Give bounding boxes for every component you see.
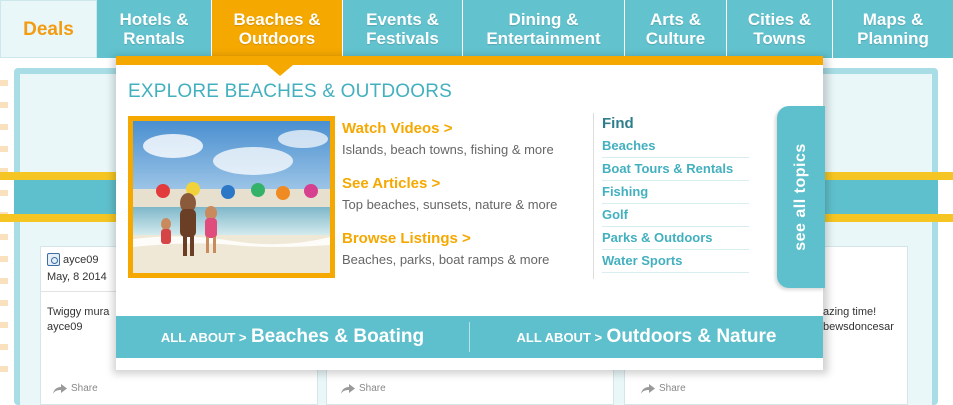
find-divider [593,113,594,279]
find-heading: Find [602,115,634,132]
card-text-line-1: Twiggy mura [47,306,110,318]
card-text-line-1: azing time! [823,306,877,318]
feature-desc: Beaches, parks, boat ramps & more [342,252,550,267]
nav-label-line-2: Festivals [366,29,439,48]
find-link-boat-tours-rentals[interactable]: Boat Tours & Rentals [602,158,749,181]
share-button[interactable]: Share [341,383,386,394]
find-link-parks-outdoors[interactable]: Parks & Outdoors [602,227,749,250]
feature-watch-videos[interactable]: Watch Videos > Islands, beach towns, fis… [342,120,554,157]
nav-label-line-2: Culture [645,29,706,48]
nav-label-line-1: Events & [366,10,439,29]
main-nav: Deals Hotels & Rentals Beaches & Outdoors … [0,0,953,62]
nav-label-line-1: Beaches & [233,10,321,29]
dropdown-caret [267,65,293,76]
share-arrow-icon [641,383,655,394]
find-link-golf[interactable]: Golf [602,204,749,227]
card-username[interactable]: ayce09 [63,254,98,266]
nav-item-cities-towns[interactable]: Cities & Towns [727,0,833,58]
see-all-topics-tab[interactable]: see all topics [777,106,825,288]
all-about-label: Outdoors & Nature [606,326,777,347]
dropdown-base [116,358,823,370]
share-label: Share [359,383,386,394]
nav-item-events-festivals[interactable]: Events & Festivals [343,0,463,58]
nav-item-deals[interactable]: Deals [0,0,97,58]
share-label: Share [659,383,686,394]
find-link-water-sports[interactable]: Water Sports [602,250,749,273]
feature-title[interactable]: Browse Listings > [342,230,549,247]
nav-label-line-2: Entertainment [486,29,601,48]
card-user[interactable]: ayce09 [47,253,98,266]
feature-see-articles[interactable]: See Articles > Top beaches, sunsets, nat… [342,175,557,212]
nav-label-line-1: Maps & [862,10,924,29]
find-link-fishing[interactable]: Fishing [602,181,749,204]
nav-label-line-2: Rentals [123,29,185,48]
find-link-beaches[interactable]: Beaches [602,135,749,158]
find-links: Beaches Boat Tours & Rentals Fishing Gol… [602,135,749,273]
all-about-prefix: ALL ABOUT > [516,330,603,345]
see-all-topics-label: see all topics [792,143,809,251]
card-text: Twiggy mura ayce09 [47,305,109,335]
nav-item-maps-planning[interactable]: Maps & Planning [833,0,953,58]
nav-item-arts-culture[interactable]: Arts & Culture [625,0,727,58]
feature-title[interactable]: Watch Videos > [342,120,554,137]
card-text-line-2: bewsdoncesar [823,321,894,333]
card-text-line-2: ayce09 [47,321,83,333]
all-about-beaches-boating[interactable]: ALL ABOUT > Beaches & Boating [116,326,469,348]
feature-desc: Top beaches, sunsets, nature & more [342,197,558,212]
nav-label-line-1: Cities & [747,10,812,29]
dropdown-top-bar [116,56,823,65]
share-arrow-icon [341,383,355,394]
share-button[interactable]: Share [53,383,98,394]
left-decoration [0,80,8,380]
nav-item-hotels-rentals[interactable]: Hotels & Rentals [97,0,212,58]
nav-label-line-2: Towns [753,29,806,48]
share-button[interactable]: Share [641,383,686,394]
share-label: Share [71,383,98,394]
share-arrow-icon [53,383,67,394]
nav-label: Deals [23,18,74,40]
instagram-icon [47,253,60,266]
card-date: May, 8 2014 [47,271,107,283]
feature-title[interactable]: See Articles > [342,175,557,192]
dropdown-title: EXPLORE BEACHES & OUTDOORS [128,81,453,102]
all-about-prefix: ALL ABOUT > [160,330,247,345]
all-about-bar: ALL ABOUT > Beaches & Boating ALL ABOUT … [116,316,823,358]
card-text: azing time! bewsdoncesar [823,305,894,335]
nav-label-line-1: Arts & [649,10,701,29]
nav-label-line-2: Outdoors [238,29,316,48]
feature-browse-listings[interactable]: Browse Listings > Beaches, parks, boat r… [342,230,549,267]
nav-label-line-2: Planning [857,29,929,48]
nav-item-dining-entertainment[interactable]: Dining & Entertainment [463,0,625,58]
all-about-label: Beaches & Boating [250,326,425,347]
beach-photo[interactable] [128,116,335,278]
nav-item-beaches-outdoors[interactable]: Beaches & Outdoors [212,0,343,58]
beach-photo-image [133,121,330,273]
nav-label-line-1: Dining & [508,10,579,29]
nav-label-line-1: Hotels & [119,10,189,29]
dropdown-panel: EXPLORE BEACHES & OUTDOORS Watch Videos … [116,56,825,370]
feature-desc: Islands, beach towns, fishing & more [342,142,554,157]
all-about-outdoors-nature[interactable]: ALL ABOUT > Outdoors & Nature [470,326,823,348]
